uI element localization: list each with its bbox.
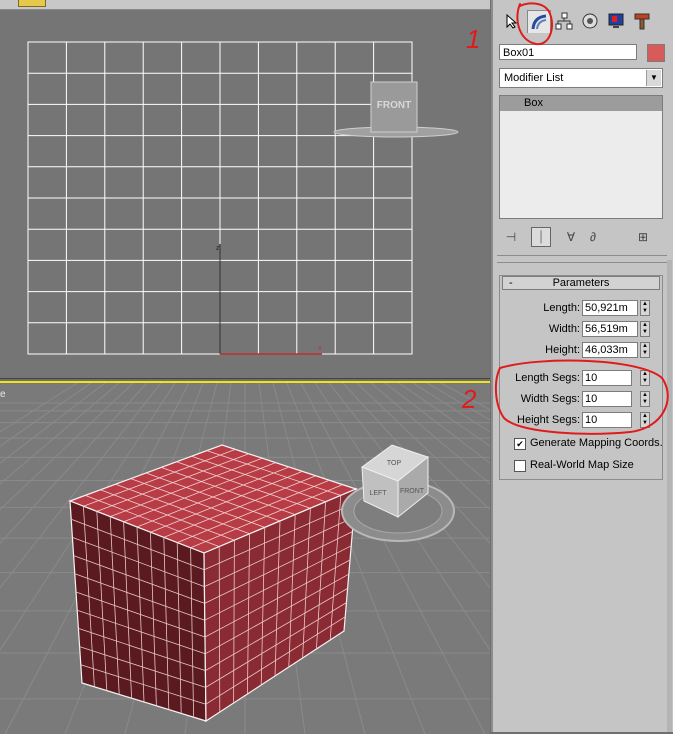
object-color-swatch[interactable] — [647, 44, 665, 62]
modifier-list-dropdown[interactable]: Modifier List ▼ — [499, 68, 663, 88]
length-spinner[interactable]: ▲ ▼ — [640, 300, 650, 316]
viewcube-front-face-label: FRONT — [400, 488, 425, 495]
real-world-map-checkbox[interactable]: Real-World Map Size — [510, 458, 670, 474]
height-spinner[interactable]: ▲ ▼ — [640, 342, 650, 358]
check-icon[interactable]: ✔ — [514, 438, 526, 450]
parameters-rollout: - Parameters Length: 50,921m ▲ ▼ Width: 5… — [499, 275, 663, 480]
toolbar-button[interactable] — [18, 0, 46, 7]
stack-item-box[interactable]: Box — [500, 96, 662, 111]
height-row: Height: 46,033m ▲ ▼ — [500, 342, 664, 360]
svg-text:x: x — [318, 345, 322, 352]
front-viewport[interactable]: z x FRONT — [0, 10, 490, 379]
divider — [497, 255, 667, 256]
height-segs-spinner[interactable]: ▲ ▼ — [640, 412, 650, 428]
motion-icon — [582, 13, 598, 29]
width-segs-label: Width Segs: — [520, 393, 580, 405]
unchecked-box-icon[interactable] — [514, 460, 526, 472]
stack-toolbar: ⊣ ⏐ ∀ ∂ ⊞ — [501, 227, 663, 247]
modify-arc-icon — [531, 14, 547, 30]
modifier-list-label: Modifier List — [504, 72, 564, 84]
parameters-rollout-header[interactable]: - Parameters — [502, 276, 660, 290]
real-world-map-label: Real-World Map Size — [530, 459, 634, 471]
tab-create[interactable] — [501, 10, 523, 32]
command-panel: Box01 Modifier List ▼ Box ⊣ ⏐ ∀ ∂ ⊞ - Pa… — [491, 0, 673, 732]
tab-display[interactable] — [605, 10, 627, 32]
hammer-icon — [634, 13, 650, 30]
height-segs-label: Height Segs: — [517, 414, 580, 426]
width-label: Width: — [548, 323, 580, 335]
show-end-result-icon[interactable]: ⏐ — [531, 227, 551, 247]
tab-modify[interactable] — [527, 10, 551, 33]
viewcube-top-label: TOP — [387, 460, 402, 467]
length-segs-label: Length Segs: — [515, 372, 580, 384]
tab-utilities[interactable] — [631, 10, 653, 32]
chevron-down-icon[interactable]: ▼ — [646, 70, 661, 86]
perspective-viewport-canvas: TOP LEFT FRONT — [0, 383, 490, 734]
top-toolbar-strip — [0, 0, 490, 10]
viewcube-front-label: FRONT — [377, 100, 411, 111]
collapse-icon: - — [509, 277, 513, 289]
width-segs-row: Width Segs: 10 ▲ ▼ — [500, 391, 664, 409]
make-unique-icon[interactable]: ∀ — [561, 227, 581, 247]
hierarchy-icon — [555, 12, 573, 30]
width-spinner[interactable]: ▲ ▼ — [640, 321, 650, 337]
width-row: Width: 56,519m ▲ ▼ — [500, 321, 664, 339]
length-label: Length: — [543, 302, 580, 314]
length-segs-field[interactable]: 10 — [582, 370, 632, 386]
divider — [497, 262, 667, 263]
viewcube-front[interactable]: FRONT — [333, 81, 459, 138]
display-monitor-icon — [608, 13, 624, 28]
viewcube-left-label: LEFT — [369, 490, 387, 497]
front-viewport-canvas: z x FRONT — [27, 41, 459, 355]
length-field[interactable]: 50,921m — [582, 300, 638, 316]
height-segs-field[interactable]: 10 — [582, 412, 632, 428]
width-segs-spinner[interactable]: ▲ ▼ — [640, 391, 650, 407]
modifier-stack[interactable]: Box — [499, 95, 663, 219]
length-row: Length: 50,921m ▲ ▼ — [500, 300, 664, 318]
height-segs-row: Height Segs: 10 ▲ ▼ — [500, 412, 664, 430]
tab-hierarchy[interactable] — [553, 10, 575, 32]
perspective-viewport[interactable]: e TOP LEFT FRONT — [0, 381, 490, 734]
width-field[interactable]: 56,519m — [582, 321, 638, 337]
length-segs-row: Length Segs: 10 ▲ ▼ — [500, 370, 664, 388]
generate-mapping-label: Generate Mapping Coords. — [530, 437, 663, 449]
generate-mapping-checkbox[interactable]: ✔ Generate Mapping Coords. — [510, 436, 670, 452]
svg-text:z: z — [216, 245, 220, 252]
pin-stack-icon[interactable]: ⊣ — [501, 227, 521, 247]
object-name-field[interactable]: Box01 — [499, 44, 637, 60]
remove-modifier-icon[interactable]: ∂ — [583, 227, 603, 247]
parameters-title: Parameters — [552, 277, 610, 289]
length-segs-spinner[interactable]: ▲ ▼ — [640, 370, 650, 386]
tab-motion[interactable] — [579, 10, 601, 32]
panel-scrollbar[interactable] — [667, 260, 672, 732]
pointer-star-icon — [506, 13, 518, 29]
height-field[interactable]: 46,033m — [582, 342, 638, 358]
configure-modifier-sets-icon[interactable]: ⊞ — [633, 227, 653, 247]
box-object[interactable] — [68, 444, 358, 723]
width-segs-field[interactable]: 10 — [582, 391, 632, 407]
height-label: Height: — [545, 344, 580, 356]
